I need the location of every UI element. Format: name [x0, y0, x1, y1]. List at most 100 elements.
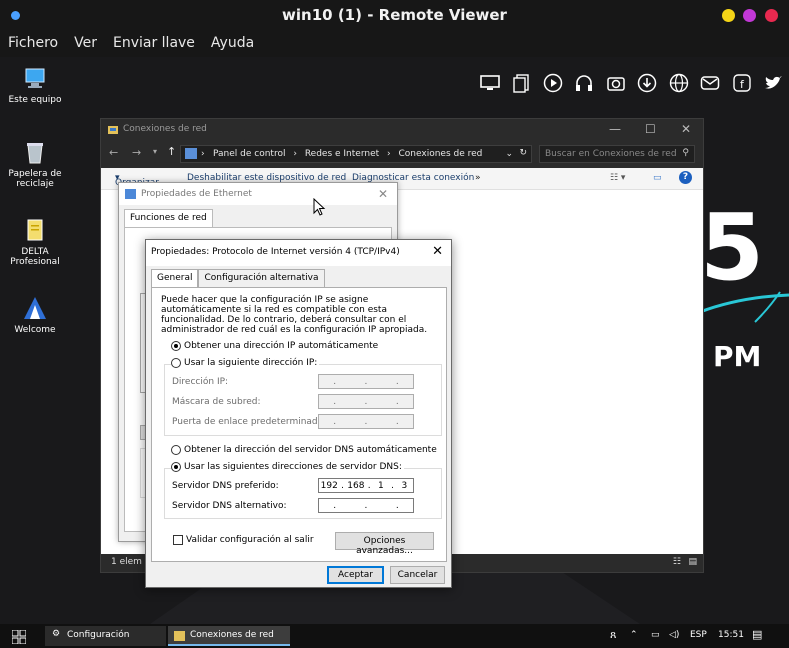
ip-address-field[interactable]: ...	[318, 374, 414, 389]
gear-icon: ⚙	[52, 629, 61, 639]
search-input[interactable]: Buscar en Conexiones de red ⚲	[539, 145, 695, 163]
camera-icon[interactable]	[600, 70, 632, 96]
ipv4-title: Propiedades: Protocolo de Internet versi…	[151, 247, 400, 257]
details-view-icon[interactable]: ☷	[673, 557, 681, 567]
language-indicator[interactable]: ESP	[690, 630, 707, 640]
monitor-icon[interactable]	[474, 70, 506, 96]
viewer-title: win10 (1) - Remote Viewer	[282, 6, 507, 24]
status-item-count: 1 elem	[111, 557, 142, 567]
tab-configuracion-alternativa[interactable]: Configuración alternativa	[198, 269, 325, 287]
back-arrow-icon[interactable]: ←	[109, 146, 118, 159]
play-icon[interactable]	[537, 70, 569, 96]
desktop-icon-welcome[interactable]: Welcome	[0, 295, 70, 335]
explorer-minimize-button[interactable]: —	[609, 122, 621, 136]
minimize-button[interactable]	[722, 9, 735, 22]
gateway-label: Puerta de enlace predeterminada:	[172, 417, 327, 427]
breadcrumb-panel-control[interactable]: Panel de control	[213, 149, 285, 159]
ok-button[interactable]: Aceptar	[327, 566, 384, 584]
desktop-icon-label: Este equipo	[8, 95, 62, 105]
recycle-bin-icon	[22, 139, 48, 165]
search-placeholder: Buscar en Conexiones de red	[545, 149, 677, 159]
dns-octet-3: 1	[378, 480, 384, 491]
radio-label: Usar la siguiente dirección IP:	[184, 358, 318, 368]
tab-funciones-red[interactable]: Funciones de red	[124, 209, 213, 227]
up-arrow-icon[interactable]: ↑	[167, 145, 176, 158]
radio-indicator	[171, 462, 181, 472]
clock[interactable]: 15:51	[718, 630, 744, 640]
radio-indicator	[171, 445, 181, 455]
headphones-icon[interactable]	[569, 70, 601, 96]
network-folder-icon	[108, 126, 118, 134]
volume-icon[interactable]: ◁)	[669, 630, 679, 640]
view-options-icon[interactable]: ☷ ▾	[610, 173, 625, 183]
explorer-title-bar: Conexiones de red — ☐ ✕	[101, 119, 703, 141]
forward-arrow-icon[interactable]: →	[132, 146, 141, 159]
tab-general[interactable]: General	[151, 269, 199, 288]
svg-text:f: f	[740, 78, 745, 91]
subnet-mask-field[interactable]: ...	[318, 394, 414, 409]
explorer-maximize-button[interactable]: ☐	[645, 122, 656, 136]
viewer-menubar: Fichero Ver Enviar llave Ayuda	[0, 32, 789, 57]
tiles-view-icon[interactable]: ▤	[688, 557, 697, 567]
mail-icon[interactable]	[695, 70, 727, 96]
download-icon[interactable]	[632, 70, 664, 96]
ethernet-close-button[interactable]: ✕	[378, 187, 388, 201]
search-icon: ⚲	[682, 148, 689, 158]
documents-icon[interactable]	[506, 70, 538, 96]
ipv4-properties-dialog: Propiedades: Protocolo de Internet versi…	[145, 239, 452, 588]
start-icon[interactable]	[12, 630, 26, 644]
twitter-icon[interactable]	[758, 70, 789, 96]
radio-label: Obtener una dirección IP automáticamente	[184, 341, 379, 351]
desktop-icon-este-equipo[interactable]: Este equipo	[0, 65, 70, 105]
maximize-button[interactable]	[743, 9, 756, 22]
desktop-icon-label: DELTA Profesional	[10, 247, 60, 267]
help-icon[interactable]: ?	[679, 171, 692, 184]
explorer-title: Conexiones de red	[123, 124, 207, 134]
close-button[interactable]	[765, 9, 778, 22]
menu-fichero[interactable]: Fichero	[0, 32, 66, 57]
breadcrumb-redes[interactable]: Redes e Internet	[305, 149, 379, 159]
checkbox-label: Validar configuración al salir	[186, 535, 314, 545]
menu-ver[interactable]: Ver	[66, 32, 105, 57]
recent-chevron-icon[interactable]: ▾	[153, 147, 157, 156]
validate-checkbox[interactable]: Validar configuración al salir	[173, 535, 314, 545]
people-icon[interactable]: ጸ	[610, 628, 616, 642]
taskbar-item-configuracion[interactable]: ⚙ Configuración	[45, 626, 166, 646]
explorer-close-button[interactable]: ✕	[681, 122, 691, 136]
network-folder-icon	[174, 631, 185, 641]
cancel-button[interactable]: Cancelar	[390, 566, 445, 584]
dns-preferred-field[interactable]: 192. 168. 1. 3	[318, 478, 414, 493]
address-bar[interactable]: › Panel de control › Redes e Internet › …	[180, 145, 532, 163]
desktop-icon-label: Papelera de reciclaje	[8, 169, 62, 189]
address-dropdown-icon[interactable]: ⌄	[505, 149, 513, 159]
dns-octet-2: 168	[347, 480, 365, 491]
network-icon[interactable]: ▭	[651, 630, 660, 640]
gateway-field[interactable]: ...	[318, 414, 414, 429]
breadcrumb-conexiones[interactable]: Conexiones de red	[399, 149, 483, 159]
desktop-icon-delta[interactable]: DELTA Profesional	[0, 217, 70, 267]
welcome-icon	[22, 295, 48, 321]
more-chevron-icon[interactable]: »	[475, 173, 481, 183]
facebook-icon[interactable]: f	[726, 70, 758, 96]
ipv4-close-button[interactable]: ✕	[432, 244, 443, 259]
ipv4-title-bar: Propiedades: Protocolo de Internet versi…	[146, 240, 451, 266]
explorer-nav-bar: ← → ▾ ↑ › Panel de control › Redes e Int…	[101, 141, 703, 168]
refresh-icon[interactable]: ↻	[519, 148, 527, 158]
globe-icon[interactable]	[663, 70, 695, 96]
mouse-cursor-icon	[313, 198, 326, 216]
dns-alternate-field[interactable]: ...	[318, 498, 414, 513]
viewer-title-bar: win10 (1) - Remote Viewer	[0, 0, 789, 32]
radio-dns-manual[interactable]: Usar las siguientes direcciones de servi…	[171, 462, 404, 472]
radio-dns-auto[interactable]: Obtener la dirección del servidor DNS au…	[171, 445, 437, 455]
radio-ip-auto[interactable]: Obtener una dirección IP automáticamente	[171, 341, 378, 351]
desktop-icon-papelera[interactable]: Papelera de reciclaje	[0, 139, 70, 189]
advanced-options-button[interactable]: Opciones avanzadas...	[335, 532, 434, 556]
radio-ip-manual[interactable]: Usar la siguiente dirección IP:	[171, 358, 320, 368]
control-panel-icon	[185, 148, 197, 159]
chevron-up-icon[interactable]: ⌃	[630, 630, 638, 640]
taskbar-item-conexiones[interactable]: Conexiones de red	[168, 626, 290, 646]
menu-ayuda[interactable]: Ayuda	[203, 32, 262, 57]
notifications-icon[interactable]: ▤	[752, 628, 762, 641]
menu-enviar-llave[interactable]: Enviar llave	[105, 32, 203, 57]
preview-pane-icon[interactable]: ▭	[653, 173, 662, 183]
